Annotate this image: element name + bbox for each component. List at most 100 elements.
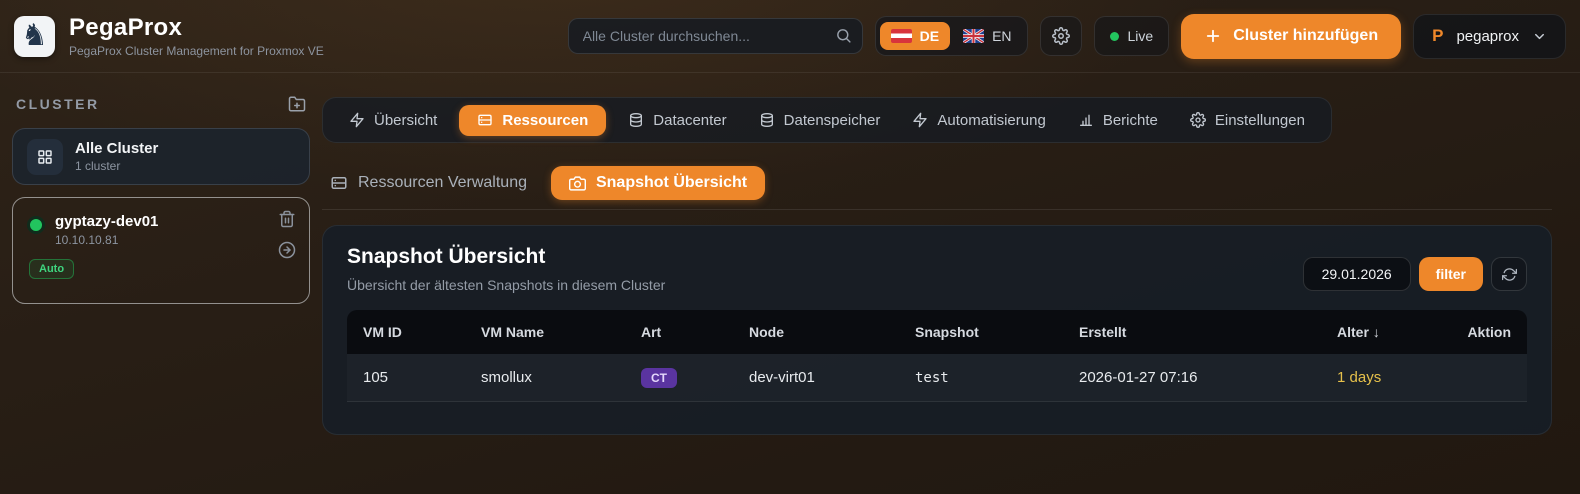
filter-controls: filter [1303,257,1527,291]
language-switcher: DE EN [875,16,1028,56]
user-name: pegaprox [1456,28,1519,45]
tab-berichte[interactable]: Berichte [1068,105,1168,136]
subtab-snapshot-uebersicht[interactable]: Snapshot Übersicht [551,166,765,200]
col-node[interactable]: Node [749,324,915,340]
app-title: PegaProx [69,14,324,42]
pegaprox-app: ♞ PegaProx PegaProx Cluster Management f… [0,0,1580,494]
uk-flag-icon [963,29,984,43]
language-en-button[interactable]: EN [952,22,1022,50]
refresh-button[interactable] [1491,257,1527,291]
filter-button[interactable]: filter [1419,257,1483,291]
cell-vm-name: smollux [481,369,641,386]
search-icon [835,27,852,44]
cluster-sidebar: CLUSTER Alle Cluster 1 cluster [0,73,322,435]
subtab-label: Ressourcen Verwaltung [358,174,527,192]
all-clusters-text: Alle Cluster 1 cluster [75,140,158,173]
content: CLUSTER Alle Cluster 1 cluster [0,73,1580,435]
camera-icon [569,175,586,192]
language-en-label: EN [992,28,1011,44]
cell-snapshot: test [915,370,1079,386]
main-tab-bar: Übersicht Ressourcen Datacenter Datenspe… [322,97,1332,143]
ct-type-badge: CT [641,368,677,388]
col-aktion[interactable]: Aktion [1467,324,1511,340]
col-snapshot[interactable]: Snapshot [915,324,1079,340]
brand: ♞ PegaProx PegaProx Cluster Management f… [14,14,324,58]
bar-chart-icon [1078,112,1094,128]
cluster-actions [278,210,296,259]
trash-icon[interactable] [278,210,296,228]
snapshot-table: VM ID VM Name Art Node Snapshot Erstellt… [347,310,1527,402]
tab-label: Einstellungen [1215,112,1305,129]
tab-uebersicht[interactable]: Übersicht [339,105,447,136]
tab-datenspeicher[interactable]: Datenspeicher [749,105,891,136]
gear-icon [1190,112,1206,128]
cell-art: CT [641,368,749,388]
cluster-name: gyptazy-dev01 [55,213,158,230]
panel-header: Snapshot Übersicht Übersicht der älteste… [347,245,1527,293]
table-header-row: VM ID VM Name Art Node Snapshot Erstellt… [347,310,1527,354]
zap-icon [912,112,928,128]
tab-automatisierung[interactable]: Automatisierung [902,105,1055,136]
sidebar-item-cluster[interactable]: gyptazy-dev01 10.10.10.81 Auto [12,197,310,304]
language-de-label: DE [920,28,939,44]
col-alter[interactable]: Alter↓ [1337,324,1467,340]
tab-label: Ressourcen [502,112,588,129]
tab-label: Datacenter [653,112,726,129]
col-alter-label: Alter [1337,324,1369,340]
top-bar: ♞ PegaProx PegaProx Cluster Management f… [0,0,1580,73]
brand-text: PegaProx PegaProx Cluster Management for… [69,14,324,58]
sub-tab-bar: Ressourcen Verwaltung Snapshot Übersicht [330,166,1552,200]
add-cluster-label: Cluster hinzufügen [1233,27,1378,45]
col-art[interactable]: Art [641,324,749,340]
cell-alter: 1 days [1337,369,1467,386]
online-status-dot-icon [27,216,45,234]
settings-button[interactable] [1040,16,1082,56]
live-dot-icon [1110,32,1119,41]
subtab-ressourcen-verwaltung[interactable]: Ressourcen Verwaltung [330,174,527,192]
col-erstellt[interactable]: Erstellt [1079,324,1337,340]
database-icon [628,112,644,128]
search-input[interactable] [568,18,863,54]
date-input[interactable] [1303,257,1411,291]
zap-icon [349,112,365,128]
snapshot-panel: Snapshot Übersicht Übersicht der älteste… [322,225,1552,435]
database-icon [759,112,775,128]
chevron-down-icon [1532,29,1547,44]
gear-icon [1052,27,1070,45]
add-cluster-button[interactable]: Cluster hinzufügen [1181,14,1401,59]
col-vm-id[interactable]: VM ID [363,324,481,340]
refresh-icon [1502,267,1517,282]
cluster-ip: 10.10.10.81 [55,233,158,247]
sidebar-item-all-clusters[interactable]: Alle Cluster 1 cluster [12,128,310,185]
table-row[interactable]: 105 smollux CT dev-virt01 test 2026-01-2… [347,354,1527,402]
tab-einstellungen[interactable]: Einstellungen [1180,105,1315,136]
live-status-badge: Live [1094,16,1170,56]
content-divider [322,209,1552,210]
server-icon [330,174,348,192]
plus-icon [1204,27,1222,45]
cell-vm-id: 105 [363,369,481,386]
auto-badge: Auto [29,259,74,279]
server-icon [477,112,493,128]
sidebar-header: CLUSTER [16,95,306,113]
col-vm-name[interactable]: VM Name [481,324,641,340]
cluster-row: gyptazy-dev01 10.10.10.81 [27,213,295,247]
tab-ressourcen[interactable]: Ressourcen [459,105,606,136]
main-area: Übersicht Ressourcen Datacenter Datenspe… [322,73,1580,435]
tab-label: Berichte [1103,112,1158,129]
tab-label: Datenspeicher [784,112,881,129]
page-subtitle: Übersicht der ältesten Snapshots in dies… [347,277,665,293]
grid-icon [27,139,63,175]
tab-label: Übersicht [374,112,437,129]
pegasus-logo-icon: ♞ [14,16,55,57]
app-subtitle: PegaProx Cluster Management for Proxmox … [69,44,324,58]
all-clusters-title: Alle Cluster [75,140,158,157]
live-label: Live [1128,28,1154,44]
folder-plus-icon[interactable] [288,95,306,113]
user-menu-button[interactable]: P pegaprox [1413,14,1566,59]
cell-node: dev-virt01 [749,369,915,386]
sort-down-icon: ↓ [1373,324,1380,340]
tab-datacenter[interactable]: Datacenter [618,105,736,136]
arrow-right-circle-icon[interactable] [278,241,296,259]
language-de-button[interactable]: DE [880,22,950,50]
